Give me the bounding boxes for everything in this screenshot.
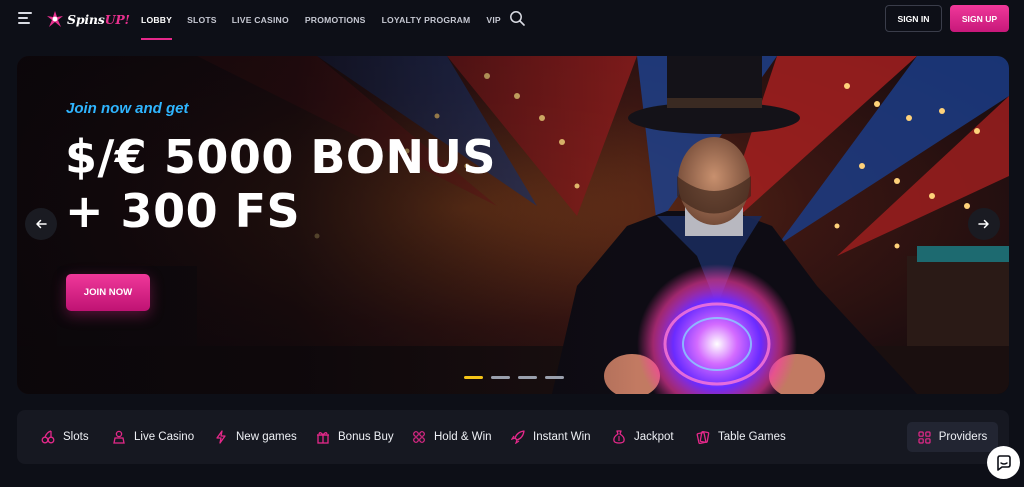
category-label: New games	[236, 431, 297, 443]
category-label: Bonus Buy	[338, 431, 394, 443]
sign-in-button[interactable]: SIGN IN	[885, 5, 942, 32]
category-slots[interactable]: Slots	[41, 410, 89, 464]
category-label: Jackpot	[634, 431, 674, 443]
category-instant-win[interactable]: Instant Win	[511, 410, 591, 464]
category-label: Instant Win	[533, 431, 591, 443]
category-live-casino[interactable]: Live Casino	[112, 410, 194, 464]
category-label: Live Casino	[134, 431, 195, 443]
hero-title-line-2: + 300 FS	[65, 184, 301, 238]
hero-title: $/€ 5000 BONUS + 300 FS	[65, 130, 585, 238]
sign-up-button[interactable]: SIGN UP	[950, 5, 1009, 32]
logo-text: SpinsUP!	[67, 11, 130, 27]
cards-icon	[696, 430, 710, 444]
slide-dot-3[interactable]	[518, 376, 537, 379]
nav-promotions[interactable]: PROMOTIONS	[305, 0, 366, 40]
category-label: Table Games	[718, 431, 786, 443]
cherries-icon	[41, 430, 55, 444]
nav-vip[interactable]: VIP	[486, 0, 500, 40]
main-nav: LOBBY SLOTS LIVE CASINO PROMOTIONS LOYAL…	[141, 0, 501, 40]
chat-button[interactable]	[987, 446, 1020, 479]
next-slide-button[interactable]	[968, 208, 1000, 240]
hero-title-line-1: $/€ 5000 BONUS	[65, 130, 497, 184]
slide-dot-4[interactable]	[545, 376, 564, 379]
lightning-icon	[216, 430, 226, 444]
rocket-icon	[511, 430, 525, 444]
slide-dot-1[interactable]	[464, 376, 483, 379]
category-new-games[interactable]: New games	[214, 410, 297, 464]
category-hold-and-win[interactable]: Hold & Win	[412, 410, 492, 464]
menu-icon[interactable]	[18, 12, 32, 24]
nav-loyalty-program[interactable]: LOYALTY PROGRAM	[382, 0, 471, 40]
category-bonus-buy[interactable]: Bonus Buy	[316, 410, 394, 464]
top-bar: SpinsUP! LOBBY SLOTS LIVE CASINO PROMOTI…	[0, 0, 1024, 40]
providers-label: Providers	[938, 431, 988, 443]
arrow-left-icon	[36, 219, 47, 229]
dealer-icon	[113, 430, 125, 444]
category-label: Slots	[63, 431, 89, 443]
hero-banner: Join now and get $/€ 5000 BONUS + 300 FS…	[17, 56, 1009, 394]
hero-kicker: Join now and get	[66, 100, 189, 117]
category-label: Hold & Win	[434, 431, 492, 443]
gift-icon	[317, 432, 329, 444]
arrow-right-icon	[978, 219, 989, 229]
providers-button[interactable]: Providers	[907, 422, 998, 452]
category-table-games[interactable]: Table Games	[696, 410, 786, 464]
category-jackpot[interactable]: Jackpot	[612, 410, 674, 464]
category-bar: Slots Live Casino New games Bonus Buy Ho…	[17, 410, 1009, 464]
slide-indicators	[464, 376, 564, 379]
nav-lobby[interactable]: LOBBY	[141, 0, 173, 40]
chat-icon	[996, 454, 1011, 471]
money-bag-icon	[613, 430, 625, 444]
prev-slide-button[interactable]	[25, 208, 57, 240]
slide-dot-2[interactable]	[491, 376, 510, 379]
grid-icon	[918, 430, 931, 444]
logo[interactable]: SpinsUP!	[46, 9, 130, 29]
nav-live-casino[interactable]: LIVE CASINO	[232, 0, 289, 40]
coins-icon	[413, 431, 425, 443]
join-now-button[interactable]: JOIN NOW	[66, 274, 150, 311]
nav-slots[interactable]: SLOTS	[187, 0, 217, 40]
search-icon[interactable]	[509, 10, 525, 26]
logo-mark-icon	[47, 11, 63, 27]
